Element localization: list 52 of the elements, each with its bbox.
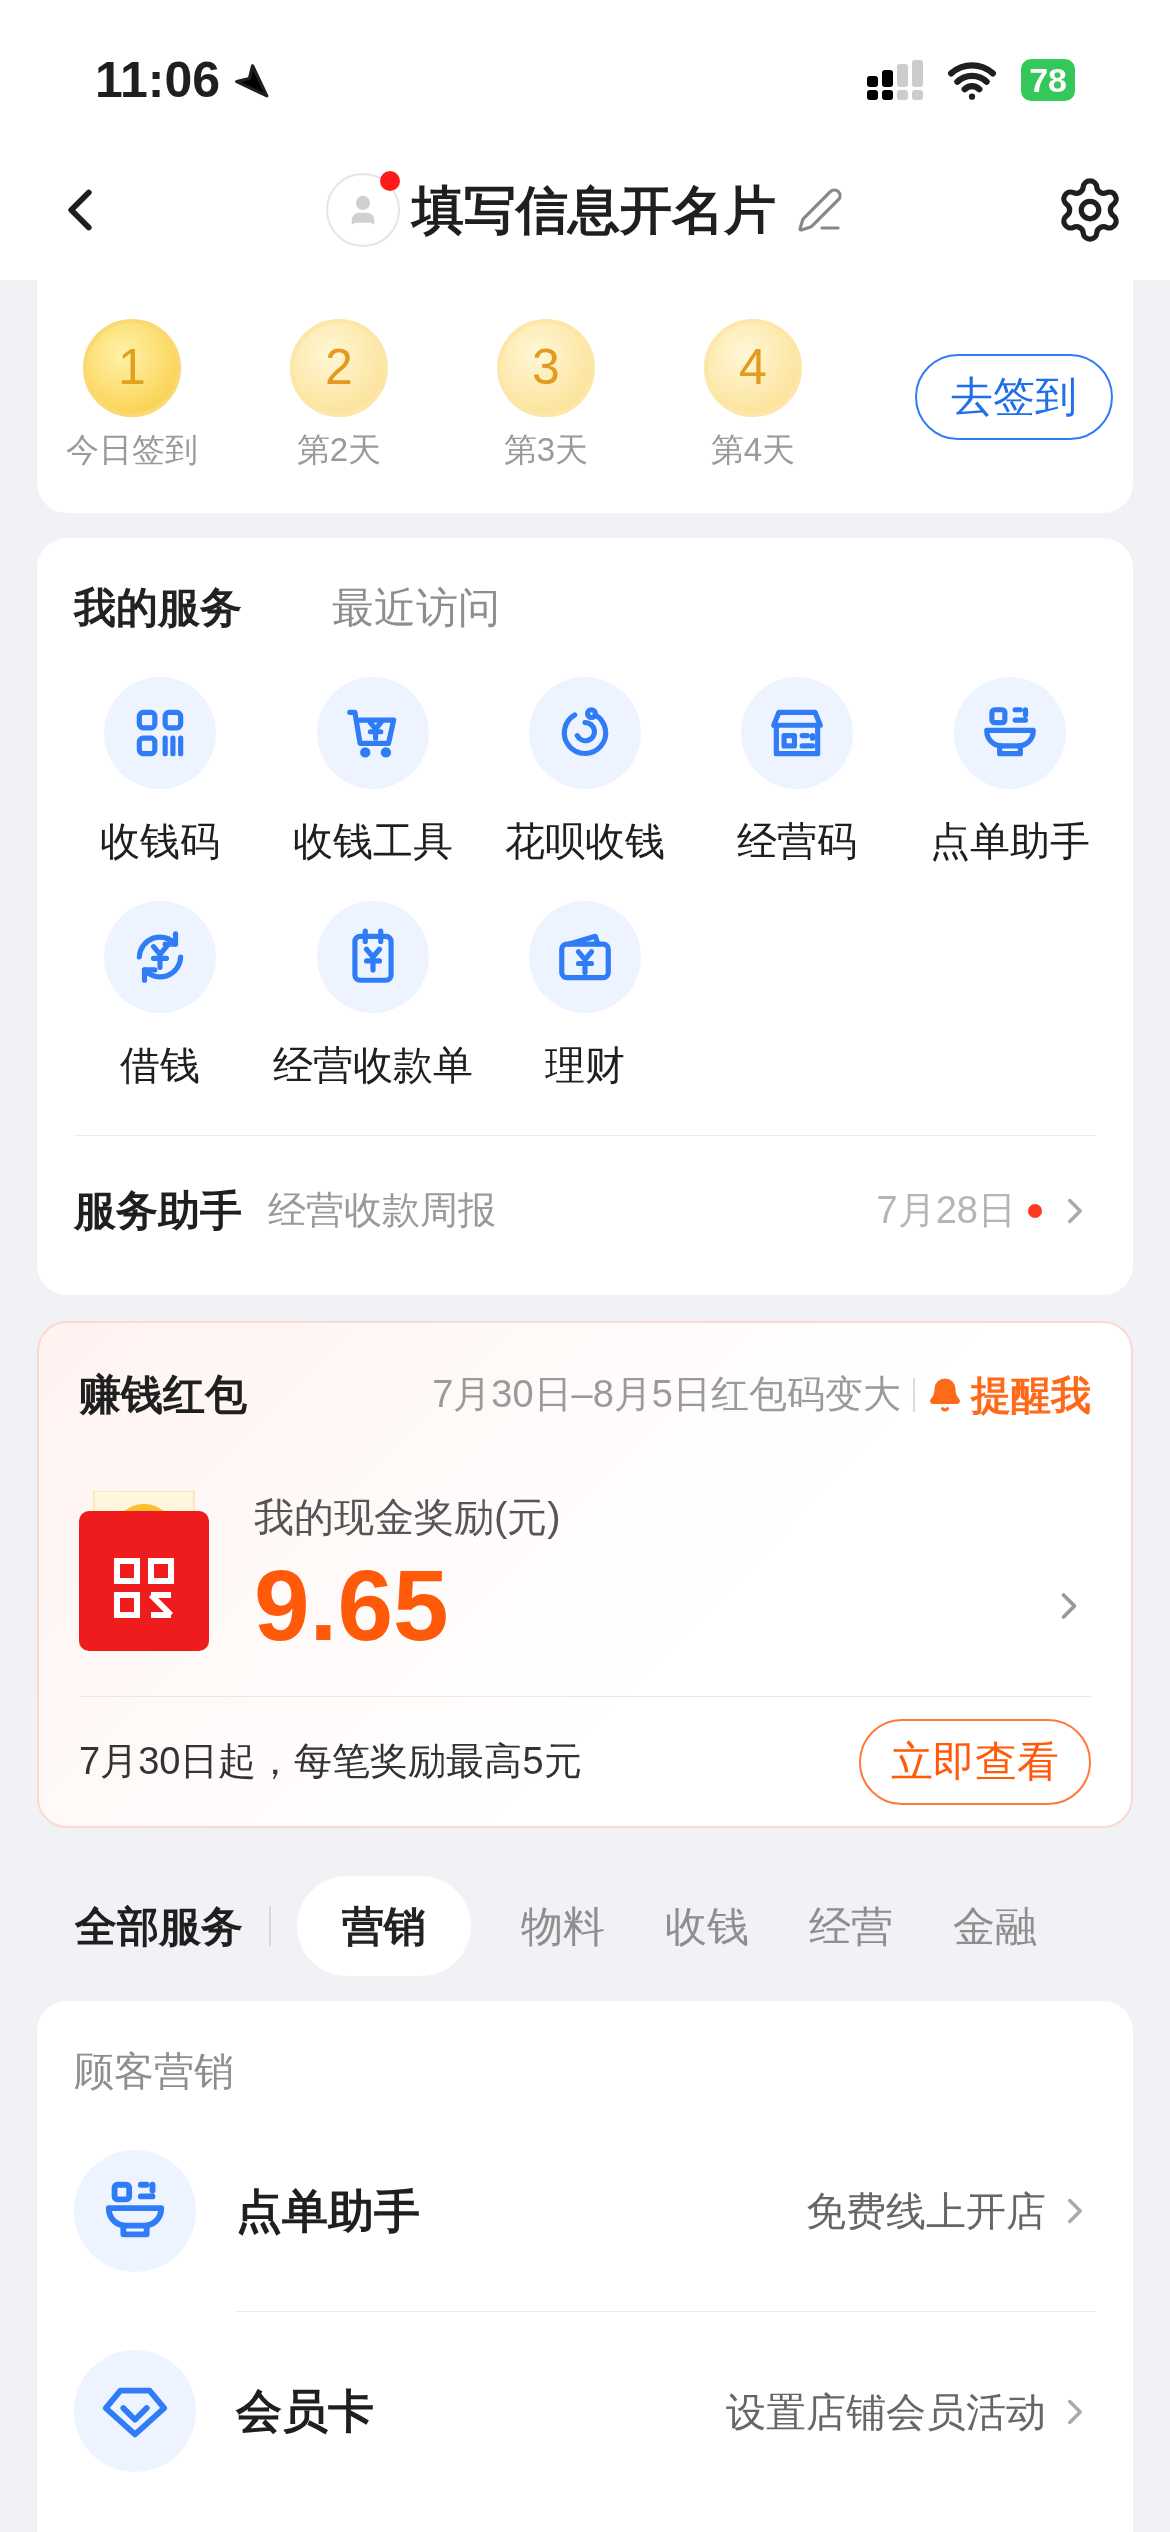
service-label: 理财 [545,1042,625,1089]
service-label: 收钱码 [100,818,221,865]
day-label: 今日签到 [66,429,198,470]
reward-rule: 7月30日起，每笔奖励最高5元 [79,1739,582,1784]
row-description: 免费线上开店 [806,2188,1046,2235]
service-row[interactable]: 会员卡 设置店铺会员活动 [74,2311,1096,2511]
row-title: 点单助手 [236,2183,420,2239]
coin: 4 [704,318,802,417]
section-title: 顾客营销 [74,2049,234,2093]
coin: 2 [290,318,388,417]
coin: 3 [497,318,595,417]
service-item[interactable]: 花呗收钱 [478,677,692,871]
day-label: 第3天 [503,429,589,470]
edit-button[interactable] [796,186,844,234]
service-item[interactable]: 经营收款单 [266,901,479,1095]
coin: 1 [83,318,181,417]
service-row[interactable]: 点单助手 免费线上开店 [74,2111,1096,2311]
bell-icon [927,1376,963,1413]
envelope-icon [79,1491,209,1651]
category-tab[interactable]: 营销 [297,1876,471,1976]
helper-subtitle: 经营收款周报 [268,1188,496,1233]
all-services-label: 全部服务 [75,1901,243,1952]
service-item[interactable]: 收钱工具 [266,677,479,871]
day-label: 第2天 [296,429,382,470]
service-item[interactable]: 收钱码 [54,677,267,871]
helper-title: 服务助手 [74,1186,242,1236]
service-label: 经营码 [737,818,858,865]
service-label: 花呗收钱 [505,818,665,865]
service-label: 收钱工具 [292,818,453,865]
helper-date: 7月28日 [876,1188,1016,1233]
avatar[interactable] [326,173,400,247]
service-label: 借钱 [120,1042,201,1089]
status-time: 11:06 [95,50,221,110]
service-label: 点单助手 [929,818,1090,865]
service-item[interactable]: 点单助手 [903,677,1116,871]
row-title: 会员卡 [236,2384,374,2439]
row-description: 设置店铺会员活动 [726,2388,1046,2436]
battery-indicator: 78 [1021,59,1075,101]
service-tab[interactable]: 我的服务 [74,576,242,639]
service-item[interactable]: 借钱 [54,901,267,1095]
page-title: 填写信息开名片 [412,180,776,241]
packet-title: 赚钱红包 [79,1370,247,1420]
checkin-button[interactable]: 去签到 [915,353,1113,440]
day-label: 第4天 [710,429,796,470]
location-arrow-icon [232,61,271,99]
promo-notice: 7月30日–8月5日红包码变大 [432,1372,901,1417]
reward-amount: 9.65 [254,1555,450,1655]
service-item[interactable]: 理财 [478,901,692,1095]
reward-label: 我的现金奖励(元) [254,1494,561,1541]
cellular-signal-icon [867,60,924,100]
service-item[interactable]: 经营码 [691,677,904,871]
service-label: 经营收款单 [272,1042,473,1089]
